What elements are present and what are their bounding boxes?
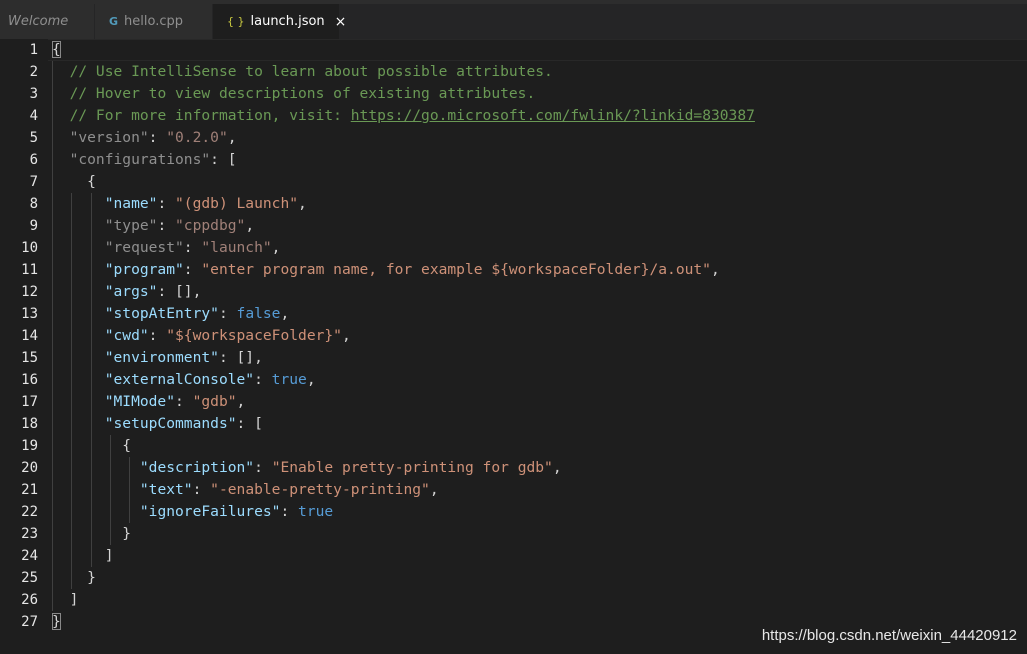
line-number: 17 [21, 394, 38, 410]
line-number: 3 [29, 86, 38, 102]
code-line: } [52, 525, 132, 542]
line-number: 12 [21, 284, 38, 300]
line-number: 27 [21, 614, 38, 630]
line-number: 15 [21, 350, 38, 366]
code-line: "description": "Enable pretty-printing f… [139, 459, 562, 476]
line-number: 9 [29, 218, 38, 234]
line-number: 11 [21, 262, 38, 278]
code-line: { [52, 437, 132, 454]
code-line: "configurations": [ [69, 151, 237, 168]
editor-tab-bar: Welcome G hello.cpp { } launch.json × [0, 4, 1027, 39]
line-number: 2 [29, 64, 38, 80]
line-number: 24 [21, 548, 38, 564]
line-number: 18 [21, 416, 38, 432]
code-line: "type": "cppdbg", [104, 217, 255, 234]
tab-label: hello.cpp [124, 14, 184, 29]
line-number: 5 [29, 130, 38, 146]
code-line: "stopAtEntry": false, [104, 305, 290, 322]
code-line: { [52, 173, 96, 190]
code-line: "name": "(gdb) Launch", [104, 195, 307, 212]
watermark: https://blog.csdn.net/weixin_44420912 [761, 627, 1017, 644]
tab-label: launch.json [250, 14, 325, 29]
line-number-gutter: 1 2 3 4 5 6 7 8 9 10 11 12 13 14 15 16 1… [0, 39, 38, 633]
line-number: 16 [21, 372, 38, 388]
line-number: 8 [29, 196, 38, 212]
line-number: 10 [21, 240, 38, 256]
line-number: 14 [21, 328, 38, 344]
code-line: "version": "0.2.0", [69, 129, 237, 146]
line-number: 21 [21, 482, 38, 498]
code-line: "externalConsole": true, [104, 371, 316, 388]
line-number: 1 [29, 42, 38, 58]
line-number: 19 [21, 438, 38, 454]
line-number: 26 [21, 592, 38, 608]
close-icon[interactable]: × [335, 14, 347, 30]
code-line: "request": "launch", [104, 239, 281, 256]
code-line: ] [52, 547, 114, 564]
json-file-icon: { } [227, 15, 245, 28]
line-number: 23 [21, 526, 38, 542]
line-number: 4 [29, 108, 38, 124]
line-number: 22 [21, 504, 38, 520]
code-line: "MIMode": "gdb", [104, 393, 246, 410]
code-editor[interactable]: 1 2 3 4 5 6 7 8 9 10 11 12 13 14 15 16 1… [0, 39, 1027, 654]
code-line: "args": [], [104, 283, 202, 300]
line-number: 13 [21, 306, 38, 322]
code-line: } [52, 569, 96, 586]
code-lines[interactable]: { // Use IntelliSense to learn about pos… [52, 39, 1012, 633]
code-line: // Use IntelliSense to learn about possi… [69, 63, 553, 80]
tab-launch-json[interactable]: { } launch.json × [213, 4, 346, 39]
code-line: "setupCommands": [ [104, 415, 263, 432]
line-number: 25 [21, 570, 38, 586]
tab-welcome[interactable]: Welcome [0, 4, 95, 39]
line-number: 6 [29, 152, 38, 168]
docs-link[interactable]: https://go.microsoft.com/fwlink/?linkid=… [351, 107, 755, 124]
code-line: "ignoreFailures": true [139, 503, 334, 520]
code-line: "environment": [], [104, 349, 263, 366]
code-line: ] [52, 591, 79, 608]
code-line: { [52, 41, 61, 58]
code-line: "program": "enter program name, for exam… [104, 261, 720, 278]
tab-hello-cpp[interactable]: G hello.cpp [95, 4, 213, 39]
cpp-file-icon: G [109, 15, 119, 28]
code-line: "text": "-enable-pretty-printing", [139, 481, 439, 498]
tab-label: Welcome [8, 14, 69, 29]
line-number: 20 [21, 460, 38, 476]
code-line: "cwd": "${workspaceFolder}", [104, 327, 351, 344]
code-line: // Hover to view descriptions of existin… [69, 85, 536, 102]
code-line: // For more information, visit: https://… [69, 107, 755, 124]
line-number: 7 [29, 174, 38, 190]
